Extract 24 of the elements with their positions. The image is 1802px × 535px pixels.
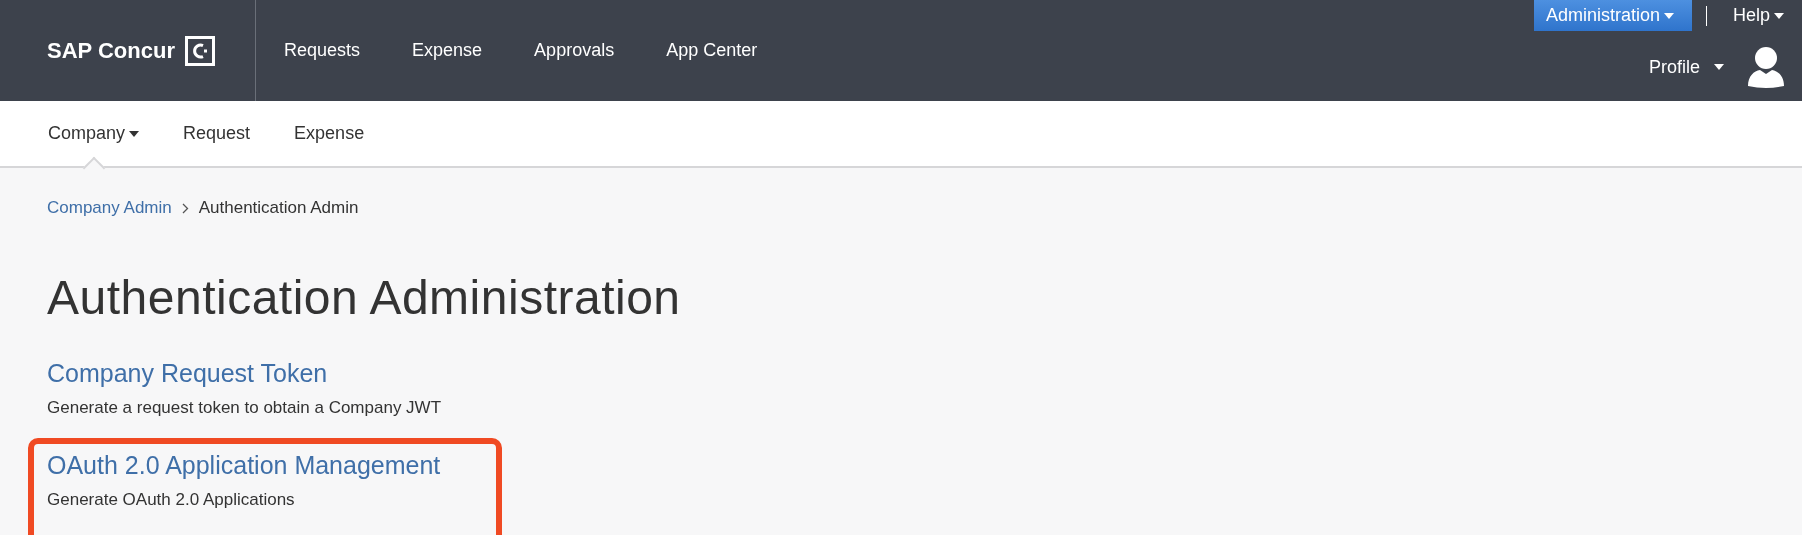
nav-link[interactable]: App Center	[666, 40, 758, 61]
caret-icon	[1663, 12, 1674, 19]
breadcrumb-current: Authentication Admin	[198, 198, 359, 218]
caret-icon	[129, 130, 140, 137]
nav-link[interactable]: Requests	[284, 40, 361, 61]
caret-icon	[1774, 12, 1784, 19]
user-avatar-icon[interactable]	[1748, 46, 1784, 88]
section-description: Generate a request token to obtain a Company JWT	[47, 398, 443, 418]
chevron-right-icon	[181, 202, 189, 214]
caret-icon	[1714, 64, 1724, 70]
sub-nav-tab[interactable]: Request	[183, 101, 251, 166]
profile-button[interactable]: Profile	[1642, 55, 1730, 79]
section-link[interactable]: Company Request Token	[47, 359, 1802, 388]
nav-link[interactable]: Approvals	[534, 40, 615, 61]
menu-button[interactable]: Administration	[1533, 0, 1692, 31]
page-title: Authentication Administration	[47, 270, 682, 325]
section-link[interactable]: OAuth 2.0 Application Management	[47, 451, 477, 480]
nav-link[interactable]: Expense	[412, 40, 483, 61]
menu-button[interactable]: Help	[1720, 0, 1802, 31]
breadcrumb-link[interactable]: Company Admin	[47, 198, 172, 218]
sub-nav-tab[interactable]: Expense	[294, 101, 365, 166]
logo-text: SAP Concur	[47, 37, 175, 64]
logo-icon	[184, 35, 215, 66]
section-description: Generate OAuth 2.0 Applications	[47, 490, 296, 510]
